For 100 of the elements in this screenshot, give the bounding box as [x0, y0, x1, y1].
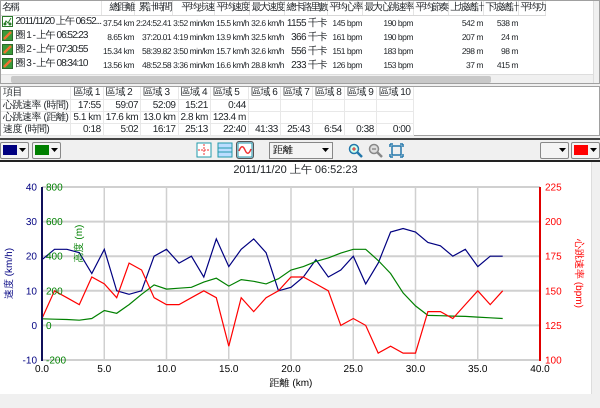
table-cell: 538 m: [496, 18, 518, 28]
column-header[interactable]: 累計時間: [134, 1, 172, 16]
table-cell: 13.9 km/h: [216, 32, 249, 42]
table-cell: 5:02: [120, 124, 138, 135]
name-cell[interactable]: 圈 3 - 上午 08:34:10: [16, 58, 88, 69]
tick-label: 400: [46, 252, 63, 263]
table-cell: 41:33: [255, 124, 278, 135]
column-header[interactable]: 總距離: [102, 1, 135, 16]
color-dropdown[interactable]: [540, 142, 568, 158]
tick-label: 0: [31, 320, 37, 332]
tick-label: 5.0: [97, 364, 112, 375]
caret-icon: [558, 148, 566, 152]
table-cell: 16:17: [152, 124, 176, 135]
view-button[interactable]: [195, 141, 213, 159]
tick-label: 10: [26, 286, 37, 298]
column-header[interactable]: 上坡總計: [448, 1, 484, 16]
color-dropdown[interactable]: [571, 142, 600, 158]
zoom-out-icon: [368, 142, 383, 158]
table-cell: 98 m: [501, 46, 518, 56]
table-cell: 37.54 km: [102, 18, 134, 28]
column-header[interactable]: 區域 1: [70, 87, 104, 100]
column-header[interactable]: 區域 8: [312, 87, 344, 100]
table-cell: 58:39.82: [142, 46, 172, 56]
column-header[interactable]: 最大心跳速率: [362, 1, 414, 16]
table-cell: 32.6 km/h: [251, 18, 284, 28]
column-header[interactable]: 區域 9: [344, 87, 376, 100]
table-cell: 37:20.01: [142, 32, 172, 42]
view-button[interactable]: [236, 141, 254, 159]
table-cell: 161 bpm: [332, 32, 362, 42]
table-cell: 0:00: [392, 124, 410, 135]
vertical-scrollbar[interactable]: [593, 1, 599, 83]
table-cell: 1155 千卡: [286, 18, 327, 28]
color-dropdown[interactable]: [0, 142, 29, 158]
zoom-out-button[interactable]: [366, 141, 384, 159]
tick-label: 125: [545, 320, 562, 332]
color-dropdown[interactable]: [32, 142, 60, 158]
column-header[interactable]: 區域 3: [140, 87, 178, 100]
column-header[interactable]: 下坡總計: [484, 1, 519, 16]
table-cell: 15.34 km: [102, 46, 134, 56]
tick-label: 30: [26, 217, 37, 228]
table-cell: 207 m: [462, 32, 483, 42]
fit-icon: [388, 142, 404, 158]
horizontal-scrollbar[interactable]: [1, 74, 593, 83]
row-label: 心跳速率 (時間): [3, 100, 68, 111]
table-cell: 3:52 min/km: [173, 18, 214, 28]
table-cell: 190 bpm: [383, 18, 413, 28]
column-header[interactable]: 區域 4: [178, 87, 210, 100]
table-cell: 3:50 min/km: [173, 46, 214, 56]
table-cell: 190 bpm: [383, 32, 413, 42]
tick-label: 0.0: [35, 364, 49, 375]
column-header[interactable]: 名稱: [1, 1, 102, 16]
zoom-in-button[interactable]: [346, 141, 364, 159]
table-cell: 126 bpm: [332, 60, 362, 70]
column-header[interactable]: 平均速度: [214, 1, 250, 16]
vertical-scrollbar[interactable]: [591, 162, 600, 394]
name-cell[interactable]: 圈 1 - 上午 06:52:23: [16, 30, 88, 41]
table-cell: 4:19 min/km: [173, 32, 214, 42]
table-cell: 25:43: [287, 124, 310, 135]
row-label: 速度 (時間): [3, 124, 50, 135]
column-header[interactable]: 平均步速: [172, 1, 215, 16]
axis-title: 高度 (m): [74, 224, 85, 262]
lap-icon: [2, 44, 13, 55]
lap-icon: [2, 58, 13, 69]
column-header[interactable]: 最大速度: [250, 1, 285, 16]
table-cell: 233 千卡: [291, 60, 327, 70]
table-cell: 2.8 km: [180, 112, 208, 123]
table-cell: 37 m: [466, 60, 483, 70]
axis-dropdown[interactable]: 距離: [269, 142, 333, 158]
table-cell: 145 bpm: [332, 18, 362, 28]
tick-label: 175: [545, 252, 562, 263]
fit-button[interactable]: [387, 141, 405, 159]
lap-icon: [2, 30, 13, 41]
name-cell[interactable]: 圈 2 - 上午 07:30:55: [16, 44, 88, 55]
tick-label: 10.0: [156, 364, 176, 375]
table-cell: 15.5 km/h: [216, 18, 249, 28]
caret-icon: [322, 148, 329, 152]
column-header[interactable]: 項目: [1, 87, 71, 100]
column-header[interactable]: 區域 2: [103, 87, 141, 100]
table-cell: 32.6 km/h: [251, 46, 284, 56]
column-header[interactable]: 平均節奏: [414, 1, 449, 16]
column-header[interactable]: 區域 5: [210, 87, 248, 100]
caret-icon: [19, 148, 26, 152]
column-header[interactable]: 總卡路里數: [284, 1, 328, 16]
column-header[interactable]: 平均功: [518, 1, 546, 16]
table-cell: 17.6 km: [106, 112, 138, 123]
column-header[interactable]: 平均心率: [328, 1, 363, 16]
tick-label: 200: [545, 217, 562, 228]
column-header[interactable]: 區域 6: [248, 87, 280, 100]
table-cell: 0:38: [356, 124, 374, 135]
table-cell: 0:18: [83, 124, 101, 135]
tick-label: 225: [545, 182, 562, 194]
column-header[interactable]: 區域 7: [280, 87, 312, 100]
caret-icon: [590, 148, 597, 152]
table-cell: 52:09: [152, 100, 176, 111]
table-cell: 22:40: [223, 124, 246, 135]
tick-label: 35.0: [468, 364, 488, 375]
table-cell: 0:44: [228, 100, 246, 111]
name-cell[interactable]: 2011/11/20 上午 06:52...: [16, 16, 101, 27]
table-cell: 16.6 km/h: [216, 60, 249, 70]
column-header[interactable]: 區域 10: [376, 87, 413, 100]
